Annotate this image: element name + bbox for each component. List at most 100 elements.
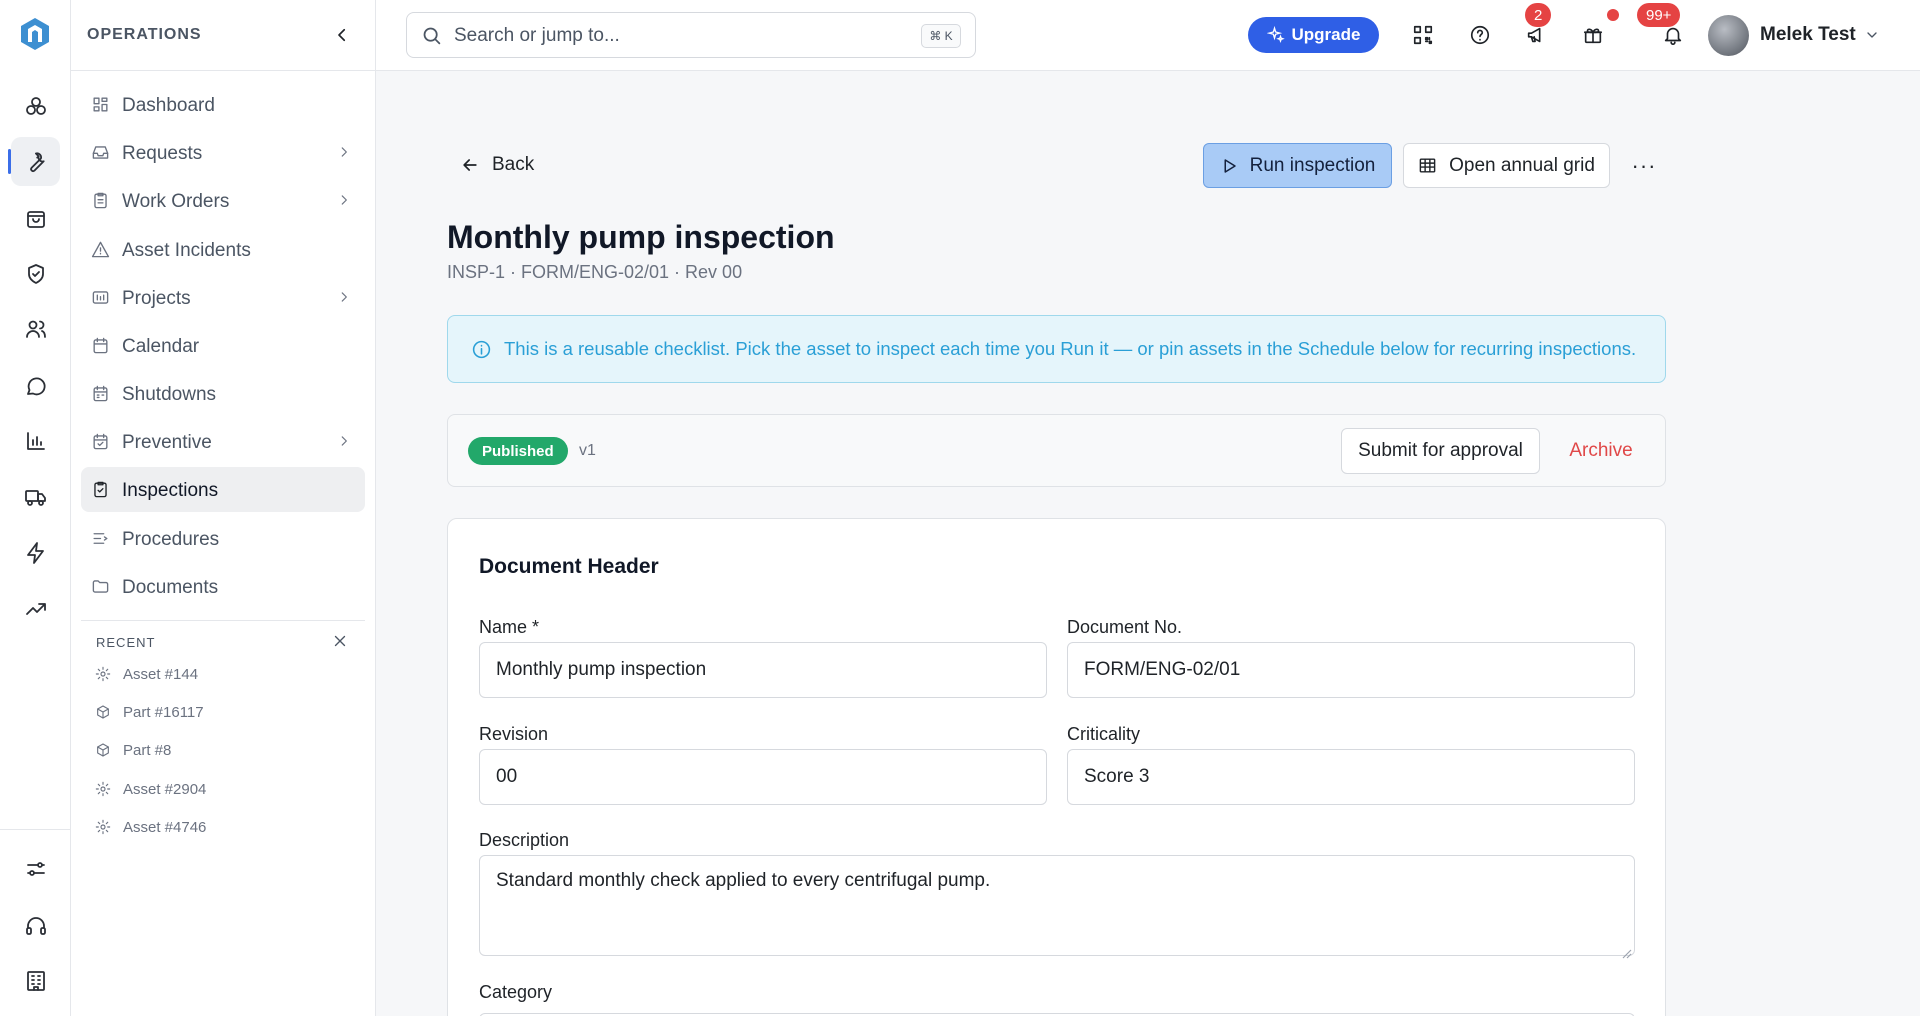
rail-modules-icon[interactable] (11, 82, 60, 131)
recent-item-asset[interactable]: Asset #2904 (95, 777, 206, 801)
sidebar-item-asset-incidents[interactable]: Asset Incidents (81, 227, 365, 272)
clear-recent-close-icon[interactable] (331, 632, 349, 650)
name-label: Name * (479, 617, 540, 637)
description-label: Description (479, 830, 570, 850)
recent-item-part[interactable]: Part #8 (95, 738, 171, 762)
clipboard-check-icon (91, 480, 110, 499)
rail-building-icon[interactable] (11, 956, 60, 1005)
sidebar-item-label: Dashboard (122, 95, 215, 116)
top-bar: Search or jump to... ⌘ K Upgrade 2 99+ M… (376, 0, 1920, 71)
sidebar-item-label: Calendar (122, 336, 200, 357)
upgrade-button[interactable]: Upgrade (1248, 17, 1379, 53)
recent-item-asset[interactable]: Asset #4746 (95, 815, 206, 839)
description-value: Standard monthly check applied to every … (496, 870, 991, 891)
page-subtitle: INSP-1 · FORM/ENG-02/01 · Rev 00 (447, 262, 743, 282)
open-annual-grid-label: Open annual grid (1449, 154, 1595, 176)
rail-settings-sliders-icon[interactable] (11, 844, 60, 893)
announcements-badge: 2 (1525, 3, 1552, 27)
help-circle-icon[interactable] (1467, 22, 1493, 48)
chevron-right-icon (337, 434, 351, 448)
rail-chart-icon[interactable] (11, 416, 60, 465)
sidebar-item-procedures[interactable]: Procedures (81, 516, 365, 561)
resize-handle-icon[interactable] (1622, 943, 1632, 959)
rail-shield-icon[interactable] (11, 249, 60, 298)
sidebar-item-label: Preventive (122, 432, 212, 453)
gear-icon (95, 781, 111, 797)
recent-item-label: Asset #4746 (123, 818, 207, 836)
rail-wrench-icon[interactable] (8, 137, 60, 186)
collapse-sidebar-chevron-left-icon[interactable] (329, 22, 355, 48)
search-shortcut-hint: ⌘ K (921, 24, 961, 48)
rail-lightning-icon[interactable] (11, 528, 60, 577)
back-label: Back (492, 154, 535, 175)
sidebar-item-work-orders[interactable]: Work Orders (81, 178, 365, 223)
search-input[interactable]: Search or jump to... ⌘ K (406, 12, 976, 58)
status-badge: Published (468, 437, 568, 465)
revision-label: Revision (479, 724, 549, 744)
sidebar-item-shutdowns[interactable]: Shutdowns (81, 371, 365, 416)
recent-item-label: Part #16117 (123, 703, 204, 721)
run-inspection-button[interactable]: Run inspection (1203, 143, 1392, 188)
search-placeholder: Search or jump to... (454, 25, 620, 46)
recent-item-label: Asset #144 (123, 665, 199, 683)
rail-shopping-bag-icon[interactable] (11, 194, 60, 243)
rail-headset-icon[interactable] (11, 901, 60, 950)
calendar-check-icon (91, 432, 110, 451)
more-options-icon[interactable]: ··· (1628, 150, 1660, 182)
run-inspection-label: Run inspection (1249, 154, 1376, 176)
sidebar-item-projects[interactable]: Projects (81, 275, 365, 320)
dashboard-icon (91, 95, 110, 114)
user-name[interactable]: Melek Test (1760, 24, 1856, 46)
sidebar-item-dashboard[interactable]: Dashboard (81, 82, 365, 127)
sidebar-item-documents[interactable]: Documents (81, 564, 365, 609)
recent-item-label: Asset #2904 (123, 780, 207, 798)
list-arrow-icon (91, 529, 110, 548)
recent-item-label: Part #8 (123, 741, 172, 759)
recent-title: RECENT (96, 635, 156, 650)
rail-truck-icon[interactable] (11, 472, 60, 521)
info-banner: This is a reusable checklist. Pick the a… (447, 315, 1666, 383)
criticality-field[interactable]: Score 3 (1067, 749, 1635, 805)
revision-field[interactable]: 00 (479, 749, 1047, 805)
category-label: Category (479, 982, 553, 1002)
description-textarea[interactable]: Standard monthly check applied to every … (479, 855, 1635, 959)
name-field[interactable]: Monthly pump inspection (479, 642, 1047, 698)
section-title: Document Header (479, 555, 659, 578)
document-header-card: Document Header Name * Monthly pump insp… (447, 518, 1666, 1016)
sidebar-item-requests[interactable]: Requests (81, 130, 365, 175)
info-icon (471, 339, 492, 360)
info-text: This is a reusable checklist. Pick the a… (504, 338, 1637, 359)
gift-dot-indicator (1607, 9, 1619, 21)
sidebar-header: OPERATIONS (71, 0, 375, 71)
table-grid-icon (1419, 158, 1436, 173)
recent-item-part[interactable]: Part #16117 (95, 700, 204, 724)
open-annual-grid-button[interactable]: Open annual grid (1403, 143, 1610, 188)
chevron-down-icon[interactable] (1864, 27, 1880, 43)
sidebar-item-preventive[interactable]: Preventive (81, 419, 365, 464)
upgrade-label: Upgrade (1291, 25, 1361, 44)
archive-button[interactable]: Archive (1556, 428, 1646, 474)
status-card: Published v1 Submit for approval Archive (447, 414, 1666, 487)
back-button[interactable]: Back (460, 150, 534, 180)
search-icon (421, 25, 442, 46)
sidebar-item-label: Requests (122, 143, 203, 164)
inbox-icon (91, 143, 110, 162)
sidebar-item-label: Asset Incidents (122, 240, 251, 261)
gift-icon[interactable] (1580, 22, 1606, 48)
qr-code-icon[interactable] (1410, 22, 1436, 48)
recent-item-asset[interactable]: Asset #144 (95, 662, 198, 686)
document-no-field[interactable]: FORM/ENG-02/01 (1067, 642, 1635, 698)
gear-icon (95, 819, 111, 835)
calendar-grid-icon (91, 384, 110, 403)
rail-divider (0, 829, 71, 830)
rail-chat-icon[interactable] (11, 361, 60, 410)
rail-trending-icon[interactable] (11, 584, 60, 633)
app-logo-icon[interactable] (17, 16, 53, 52)
sidebar-item-inspections[interactable]: Inspections (81, 467, 365, 512)
sidebar-item-calendar[interactable]: Calendar (81, 323, 365, 368)
avatar[interactable] (1708, 15, 1749, 56)
submit-for-approval-button[interactable]: Submit for approval (1341, 428, 1540, 474)
folder-icon (91, 577, 110, 596)
rail-users-icon[interactable] (11, 304, 60, 353)
clipboard-list-icon (91, 191, 110, 210)
